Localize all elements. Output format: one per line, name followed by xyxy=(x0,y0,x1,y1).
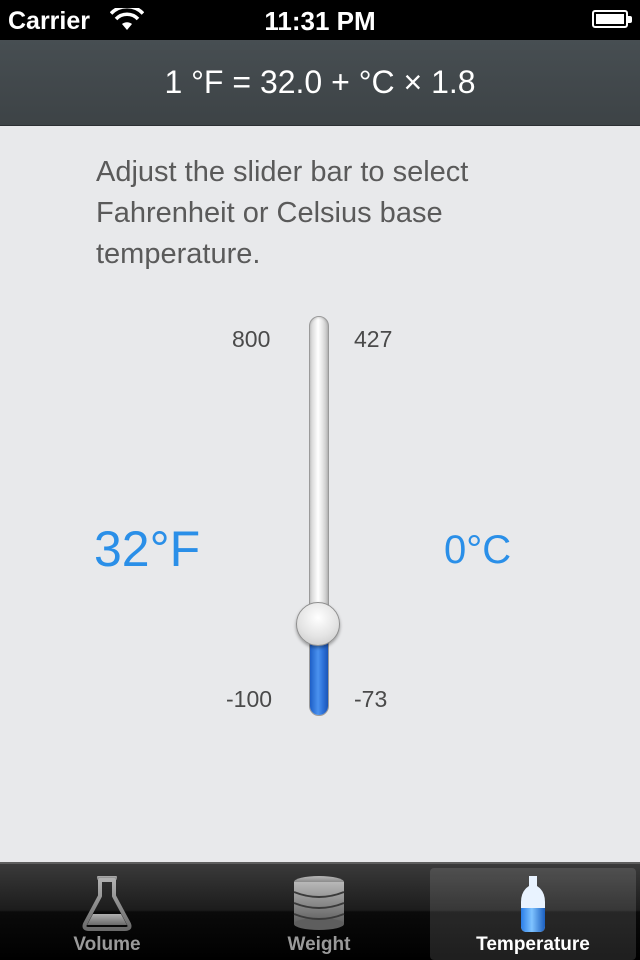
fahrenheit-min-label: -100 xyxy=(226,686,273,712)
formula-header: 1 °F = 32.0 + °C × 1.8 xyxy=(0,40,640,126)
fahrenheit-max-label: 800 xyxy=(232,326,271,352)
flask-icon xyxy=(82,876,132,931)
temperature-slider-track[interactable] xyxy=(309,316,329,716)
tab-weight-label: Weight xyxy=(287,934,351,955)
tab-bar: Volume Weight Temperature xyxy=(0,862,640,960)
celsius-max-label: 427 xyxy=(354,326,393,352)
temperature-slider-thumb[interactable] xyxy=(296,601,340,646)
converter-panel: Adjust the slider bar to select Fahrenhe… xyxy=(0,126,640,862)
instructions-text: Adjust the slider bar to select Fahrenhe… xyxy=(96,156,469,270)
tab-temperature[interactable]: Temperature xyxy=(430,868,636,960)
tab-temperature-label: Temperature xyxy=(476,934,590,955)
fahrenheit-readout: 32°F xyxy=(94,521,201,577)
status-time: 11:31 PM xyxy=(264,6,376,36)
thermometer-icon xyxy=(521,876,545,932)
celsius-readout: 0°C xyxy=(444,528,512,572)
slider-fill xyxy=(310,642,328,715)
tab-weight[interactable]: Weight xyxy=(216,868,422,960)
battery-icon xyxy=(592,10,632,28)
celsius-min-label: -73 xyxy=(354,686,388,712)
tab-volume[interactable]: Volume xyxy=(4,868,210,960)
tab-volume-label: Volume xyxy=(73,934,141,955)
coin-stack-icon xyxy=(293,876,345,930)
status-bar: Carrier 11:31 PM xyxy=(0,0,640,40)
